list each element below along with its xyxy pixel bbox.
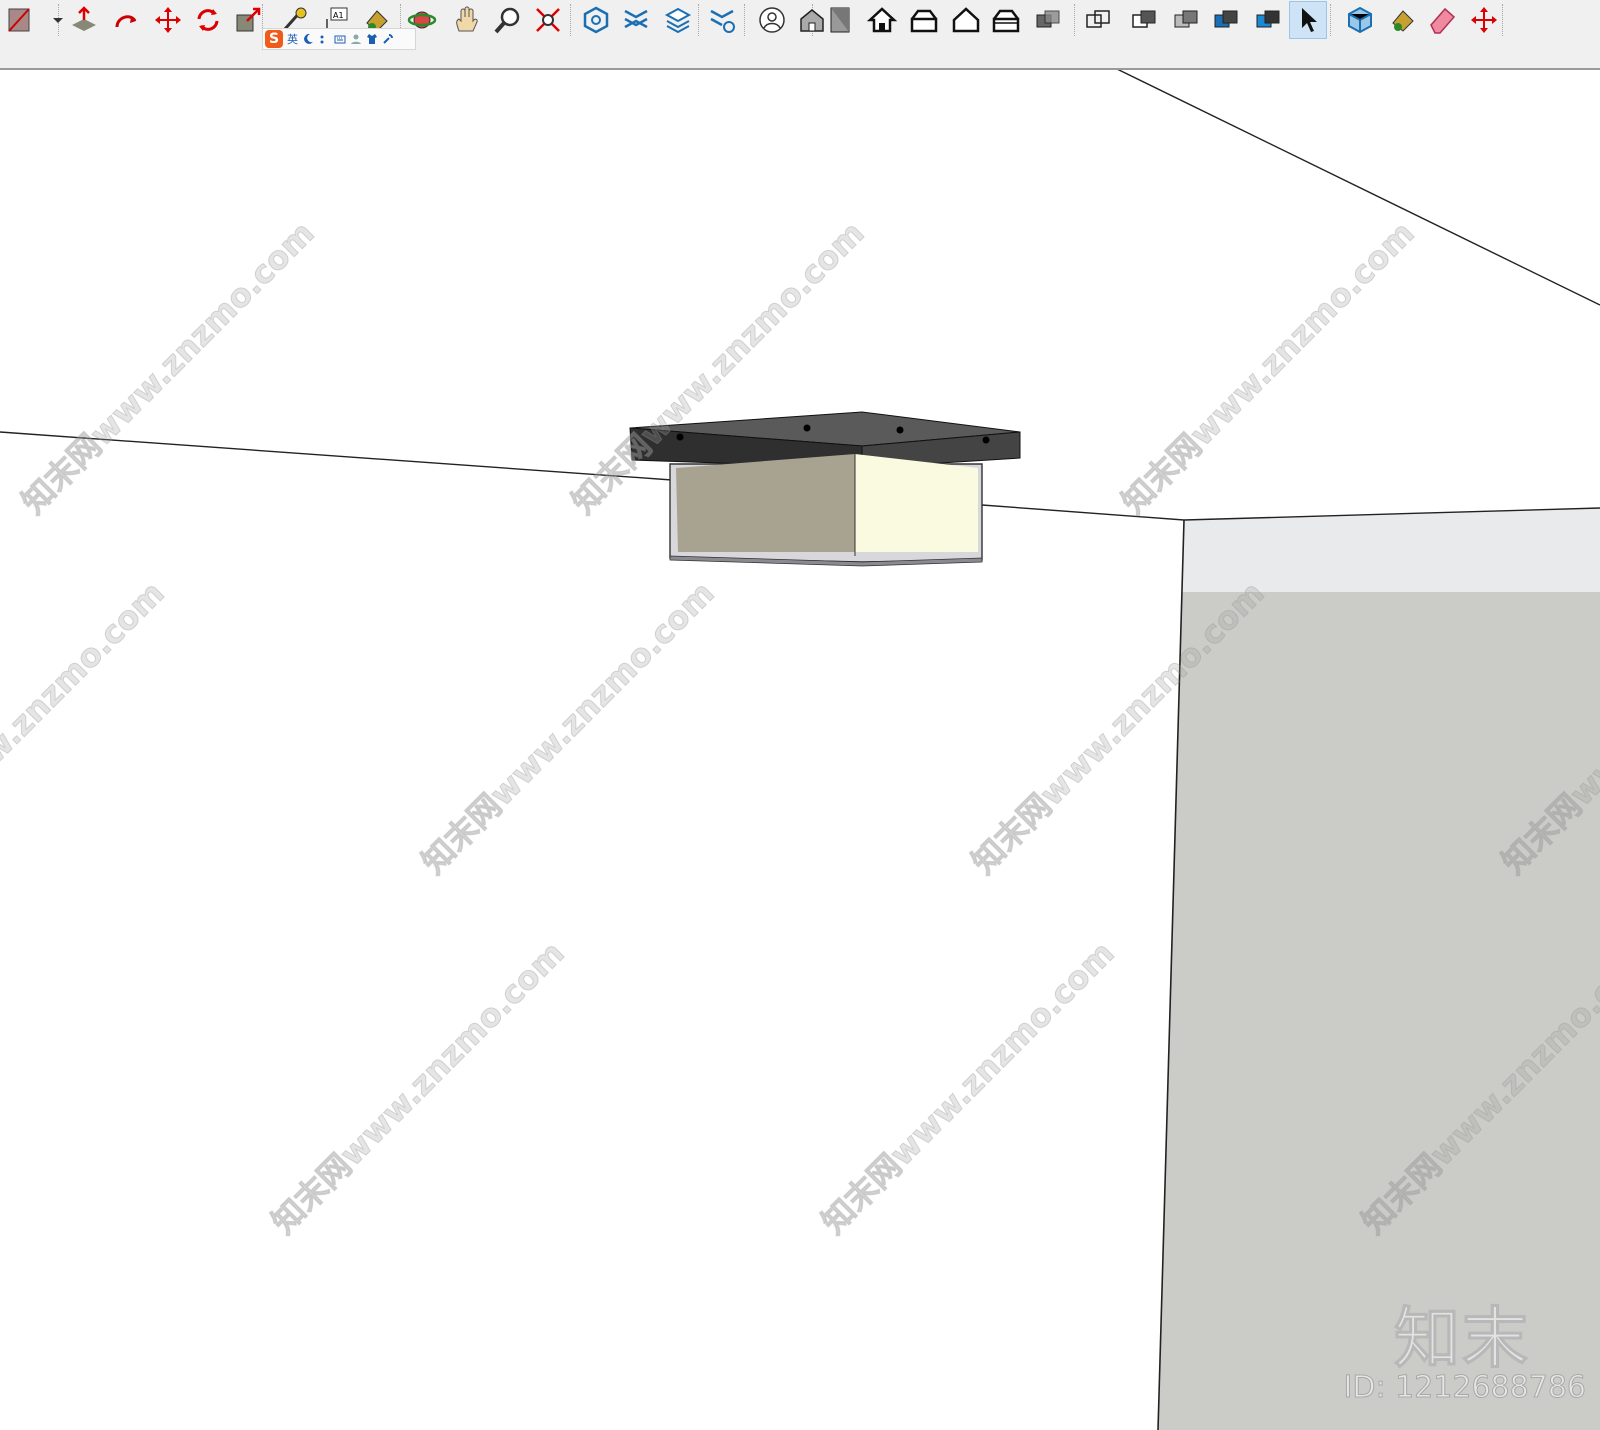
style-xray-icon: [1036, 10, 1060, 28]
style-shaded-textures-button[interactable]: [1208, 2, 1244, 38]
select-button[interactable]: [1289, 1, 1327, 39]
ime-language-mode[interactable]: 英: [287, 31, 298, 47]
ceiling-lamp[interactable]: [629, 411, 1021, 567]
user-icon[interactable]: [350, 33, 362, 45]
zoom-icon: [494, 7, 520, 34]
front-view-icon: [867, 7, 897, 33]
move-icon-2: [1471, 7, 1497, 33]
lamp-screw: [896, 426, 904, 434]
push-pull-icon: [72, 6, 96, 31]
style-wireframe-button[interactable]: [1080, 2, 1116, 38]
ime-logo[interactable]: S: [265, 30, 283, 48]
right-view-icon: [910, 9, 938, 33]
pan-button[interactable]: [448, 2, 484, 38]
style-wireframe-icon: [1086, 10, 1110, 28]
zoom-extents-button[interactable]: [530, 2, 566, 38]
section-cuts-button[interactable]: [660, 2, 696, 38]
section-settings-icon: [710, 9, 735, 33]
svg-text:A1: A1: [333, 11, 344, 20]
paint-button[interactable]: [2, 2, 38, 38]
style-monochrome-icon: [1256, 10, 1280, 28]
eraser-icon: [1430, 7, 1456, 34]
scale-icon: [236, 7, 261, 32]
rotate-button[interactable]: [190, 2, 226, 38]
zoom-extents-icon: [536, 8, 560, 32]
push-pull-button[interactable]: [66, 2, 102, 38]
account-icon: [759, 7, 785, 33]
lamp-screw: [982, 436, 990, 444]
style-shaded-textures-icon: [1214, 10, 1238, 28]
cabinet-front-face: [1158, 592, 1600, 1430]
toolbar-separator: [1330, 4, 1332, 36]
section-plane-icon: [583, 6, 609, 34]
punctuation-icon[interactable]: [318, 33, 330, 45]
lamp-shade-left: [676, 454, 855, 552]
paint-bucket-button[interactable]: [1384, 2, 1420, 38]
rotate-icon: [197, 9, 219, 31]
toolbar-separator: [1502, 4, 1504, 36]
components-button[interactable]: [1342, 2, 1378, 38]
toolbar-secondary-row: [0, 40, 1600, 70]
scale-button[interactable]: [230, 2, 266, 38]
toolbar-separator: [698, 4, 700, 36]
ime-status-bar[interactable]: S 英: [262, 28, 416, 50]
left-view-icon: [992, 9, 1020, 33]
top-view-button[interactable]: [822, 2, 858, 38]
paint-bucket-icon-2: [1392, 10, 1414, 32]
section-fill-icon: [624, 9, 648, 29]
main-toolbar: A1: [0, 0, 1600, 41]
image-id-label: ID: 1212688786: [1343, 1370, 1586, 1406]
select-icon: [1302, 8, 1317, 32]
style-shaded-icon: [1174, 10, 1198, 28]
model-viewport[interactable]: 知末网www.znzmo.com 知末网www.znzmo.com 知末网www…: [0, 70, 1600, 1430]
toolbar-separator: [744, 4, 746, 36]
toolbar-separator: [1074, 4, 1076, 36]
lamp-shade-right: [855, 454, 978, 552]
style-hidden-line-button[interactable]: [1126, 2, 1162, 38]
skin-icon[interactable]: [366, 33, 378, 45]
moon-icon[interactable]: [302, 33, 314, 45]
section-settings-button[interactable]: [704, 2, 740, 38]
eraser-button[interactable]: [1424, 2, 1460, 38]
zoom-button[interactable]: [490, 2, 526, 38]
right-view-button[interactable]: [906, 2, 942, 38]
style-shaded-button[interactable]: [1168, 2, 1204, 38]
section-plane-button[interactable]: [578, 2, 614, 38]
keyboard-icon[interactable]: [334, 33, 346, 45]
wrench-icon[interactable]: [382, 33, 394, 45]
account-button[interactable]: [754, 2, 790, 38]
section-fill-button[interactable]: [618, 2, 654, 38]
brand-watermark: 知末: [1394, 1300, 1530, 1378]
top-view-icon: [830, 7, 850, 33]
style-xray-button[interactable]: [1030, 2, 1066, 38]
back-view-icon: [952, 7, 980, 33]
back-view-button[interactable]: [948, 2, 984, 38]
move-button[interactable]: [150, 2, 186, 38]
toolbar-separator: [570, 4, 572, 36]
style-hidden-line-icon: [1132, 10, 1156, 28]
lamp-screw: [803, 424, 811, 432]
move-icon: [155, 7, 181, 33]
section-cuts-icon: [664, 7, 692, 34]
follow-me-icon: [115, 15, 137, 28]
move-button[interactable]: [1466, 2, 1502, 38]
front-view-button[interactable]: [864, 2, 900, 38]
left-view-button[interactable]: [988, 2, 1024, 38]
paint-icon: [8, 8, 30, 32]
components-icon: [1348, 6, 1372, 34]
follow-me-button[interactable]: [108, 2, 144, 38]
style-monochrome-button[interactable]: [1250, 2, 1286, 38]
pan-icon: [456, 6, 478, 32]
